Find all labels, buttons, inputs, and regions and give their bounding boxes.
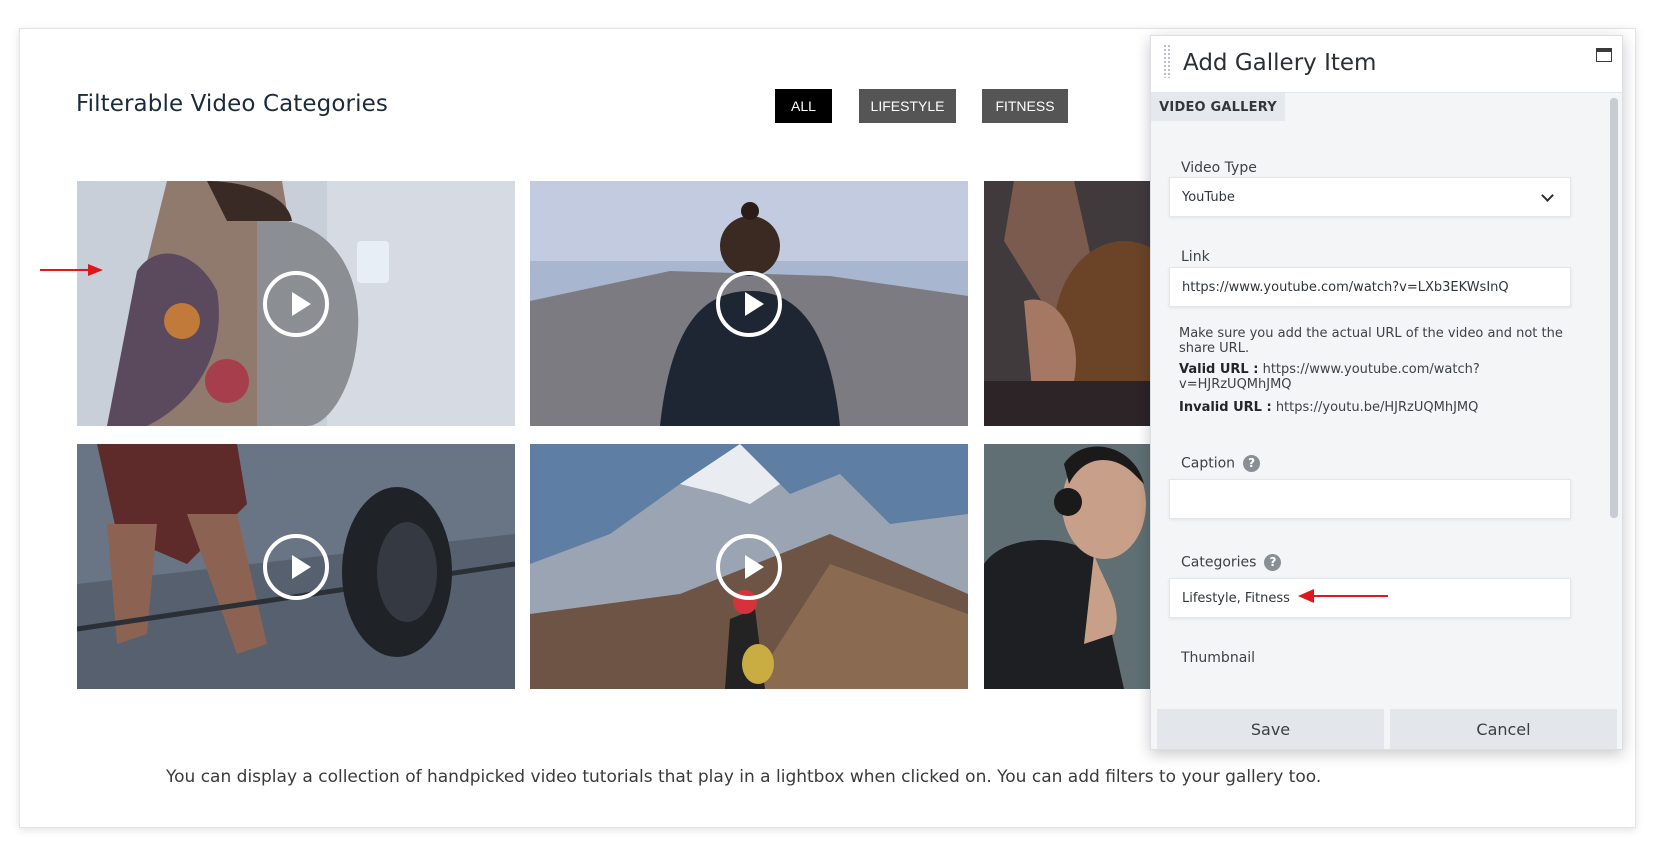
video-tile-photographer[interactable] [530,181,968,426]
valid-url-label: Valid URL : [1179,362,1259,377]
play-icon[interactable] [263,270,329,337]
link-help-note: Make sure you add the actual URL of the … [1179,326,1563,356]
link-value: https://www.youtube.com/watch?v=LXb3EKWs… [1182,279,1509,295]
video-tile-deadlift[interactable] [77,444,515,689]
gallery-description: You can display a collection of handpick… [166,767,1322,787]
save-button[interactable]: Save [1157,709,1384,749]
categories-label-row: Categories? [1181,554,1282,571]
invalid-url-label: Invalid URL : [1179,400,1272,415]
caption-label: Caption [1181,455,1236,472]
video-type-select[interactable]: YouTube [1169,177,1571,217]
categories-label: Categories [1181,554,1257,571]
video-tile-headphones[interactable] [984,444,1154,689]
filter-lifestyle-button[interactable]: LIFESTYLE [859,89,956,123]
play-icon[interactable] [716,270,782,337]
filter-fitness-button[interactable]: FITNESS [982,89,1068,123]
video-type-label: Video Type [1181,160,1257,176]
arrow-right-icon [40,264,103,276]
tab-video-gallery[interactable]: VIDEO GALLERY [1151,93,1285,121]
valid-url-help: Valid URL : https://www.youtube.com/watc… [1179,362,1569,392]
video-tile-mountain[interactable] [530,444,968,689]
video-tile-tattoo[interactable] [77,181,515,426]
thumbnail-label: Thumbnail [1181,650,1256,666]
drag-handle-icon[interactable] [1163,44,1171,78]
panel-footer: Save Cancel [1151,703,1622,749]
link-label: Link [1181,249,1210,265]
video-thumbnail [984,181,1154,426]
add-gallery-item-panel: Add Gallery Item VIDEO GALLERY Video Typ… [1150,35,1623,750]
video-thumbnail [984,444,1154,689]
help-icon[interactable]: ? [1264,554,1282,571]
filter-all-button[interactable]: ALL [775,89,832,123]
invalid-url-help: Invalid URL : https://youtu.be/HJRzUQMhJ… [1179,400,1569,415]
cancel-button[interactable]: Cancel [1390,709,1617,749]
caption-label-row: Caption? [1181,455,1261,472]
scrollbar-thumb[interactable] [1610,98,1618,518]
arrow-left-icon [1298,589,1388,603]
help-icon[interactable]: ? [1243,455,1261,472]
maximize-icon[interactable] [1596,48,1612,62]
play-icon[interactable] [716,533,782,600]
panel-title: Add Gallery Item [1183,50,1377,76]
categories-value: Lifestyle, Fitness [1182,590,1290,606]
page-title: Filterable Video Categories [76,91,388,117]
link-input[interactable]: https://www.youtube.com/watch?v=LXb3EKWs… [1169,267,1571,307]
play-icon[interactable] [263,533,329,600]
caption-input[interactable] [1169,479,1571,519]
video-type-value: YouTube [1182,189,1235,205]
invalid-url-value: https://youtu.be/HJRzUQMhJMQ [1275,400,1479,415]
panel-header[interactable]: Add Gallery Item [1151,36,1622,93]
chevron-down-icon [1541,189,1554,202]
video-tile-guitar[interactable] [984,181,1154,426]
